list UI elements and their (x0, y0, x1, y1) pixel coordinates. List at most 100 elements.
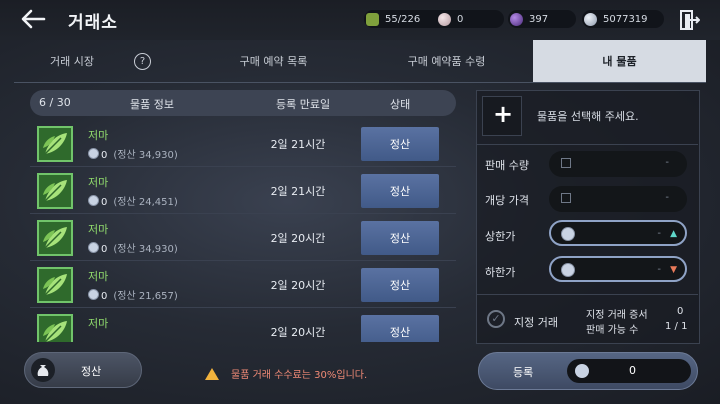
column-status: 상태 (390, 98, 411, 111)
item-name: 저마 (88, 317, 109, 330)
item-expiry: 2일 20시간 (270, 279, 326, 292)
silver-counter: 5077319 (582, 10, 664, 28)
tab-reservation-list-label: 구매 예약 목록 (239, 55, 308, 68)
available-value: 1 / 1 (665, 321, 688, 332)
purple-gem-icon (510, 12, 523, 26)
pearl-icon (438, 12, 451, 26)
tab-reservation-receive[interactable]: 구매 예약품 수령 (360, 40, 533, 82)
leaf-icon (37, 267, 73, 303)
inventory-value: 55/226 (385, 13, 421, 25)
item-settle-amount: (정산 24,451) (113, 197, 178, 208)
item-expiry: 2일 21시간 (270, 185, 326, 198)
item-name: 저마 (88, 223, 109, 236)
item-settle-amount: (정산 34,930) (113, 150, 178, 161)
back-arrow-icon[interactable] (18, 7, 48, 31)
exit-icon[interactable] (678, 9, 700, 31)
settle-button[interactable]: 정산 (361, 127, 439, 161)
settle-button[interactable]: 정산 (361, 268, 439, 302)
lower-limit-label: 하한가 (485, 266, 516, 279)
quantity-field[interactable]: - (549, 151, 687, 177)
upper-limit-value: - (657, 228, 661, 239)
item-expiry: 2일 20시간 (270, 326, 326, 339)
tab-market[interactable]: 거래 시장 ? (14, 40, 187, 82)
item-price: 0 (정산 21,657) (88, 287, 178, 302)
leaf-icon (37, 314, 73, 342)
silver-coin-icon (561, 227, 575, 241)
silver-coin-icon (88, 148, 99, 159)
fee-warning-text: 물품 거래 수수료는 30%입니다. (231, 370, 368, 381)
silver-coin-icon (88, 289, 99, 300)
cert-value: 0 (677, 306, 684, 317)
keypad-icon (561, 158, 571, 168)
item-price-value: 0 (101, 291, 108, 302)
item-expiry: 2일 20시간 (270, 232, 326, 245)
quantity-label: 판매 수량 (485, 159, 529, 172)
pearl-value: 0 (457, 13, 464, 25)
settle-button[interactable]: 정산 (361, 315, 439, 342)
leaf-icon (37, 173, 73, 209)
settle-button[interactable]: 정산 (361, 174, 439, 208)
register-total: 0 (567, 359, 691, 383)
divider (476, 144, 698, 145)
item-price: 0 (정산 34,930) (88, 146, 178, 161)
warning-icon (205, 368, 219, 380)
tab-my-items[interactable]: 내 물품 (533, 40, 706, 82)
column-expiry: 등록 만료일 (276, 98, 331, 111)
tab-market-label: 거래 시장 (50, 55, 94, 68)
item-price-value: 0 (101, 197, 108, 208)
pearl-counter: 0 (436, 10, 504, 28)
item-price-value: 0 (101, 244, 108, 255)
list-item[interactable]: 저마 0 (정산 34,930) 2일 20시간 정산 (30, 214, 456, 261)
up-triangle-icon: ▲ (670, 229, 677, 239)
register-label: 등록 (513, 366, 534, 379)
list-item[interactable]: 저마 0 (정산 24,451) 2일 21시간 정산 (30, 167, 456, 214)
divider (476, 294, 698, 295)
register-button[interactable]: 등록 0 (478, 352, 698, 390)
help-icon[interactable]: ? (133, 52, 151, 70)
upper-limit-field[interactable]: - ▲ (549, 220, 687, 246)
down-triangle-icon: ▼ (670, 265, 677, 275)
item-name: 저마 (88, 129, 109, 142)
tab-bar: 거래 시장 ? 구매 예약 목록 구매 예약품 수령 내 물품 (14, 40, 706, 83)
designated-trade-label: 지정 거래 (514, 316, 558, 329)
list-item[interactable]: 저마 0 (정산 34,930) 2일 21시간 정산 (30, 120, 456, 167)
leaf-icon (37, 126, 73, 162)
tab-my-items-label: 내 물품 (602, 55, 637, 68)
unit-price-field[interactable]: - (549, 186, 687, 212)
item-settle-amount: (정산 21,657) (113, 291, 178, 302)
purple-value: 397 (529, 13, 549, 25)
list-header: 6 / 30 물품 정보 등록 만료일 상태 (30, 90, 456, 116)
silver-icon (584, 12, 597, 26)
settle-all-label: 정산 (81, 365, 102, 378)
tab-reservation-list[interactable]: 구매 예약 목록 (187, 40, 360, 82)
lower-limit-value: - (657, 264, 661, 275)
unit-price-label: 개당 가격 (485, 194, 529, 207)
item-name: 저마 (88, 176, 109, 189)
item-price: 0 (정산 34,930) (88, 240, 178, 255)
list-item[interactable]: 저마 2일 20시간 정산 (30, 308, 456, 342)
silver-coin-icon (561, 263, 575, 277)
tab-reservation-receive-label: 구매 예약품 수령 (407, 55, 486, 68)
item-settle-amount: (정산 34,930) (113, 244, 178, 255)
silver-value: 5077319 (603, 13, 648, 25)
fee-warning: 물품 거래 수수료는 30%입니다. (205, 366, 367, 381)
upper-limit-label: 상한가 (485, 230, 516, 243)
unit-price-value: - (665, 192, 669, 203)
designated-trade-checkbox[interactable]: ✓ (487, 310, 505, 328)
item-count: 6 / 30 (39, 96, 71, 109)
item-name: 저마 (88, 270, 109, 283)
available-label: 판매 가능 수 (586, 325, 639, 336)
quantity-value: - (665, 157, 669, 168)
settle-button[interactable]: 정산 (361, 221, 439, 255)
item-list[interactable]: 저마 0 (정산 34,930) 2일 21시간 정산 저마 0 (정산 24,45… (30, 120, 456, 342)
register-total-value: 0 (629, 364, 636, 377)
list-item[interactable]: 저마 0 (정산 21,657) 2일 20시간 정산 (30, 261, 456, 308)
keypad-icon (561, 193, 571, 203)
cert-label: 지정 거래 증서 (586, 310, 648, 321)
item-expiry: 2일 21시간 (270, 138, 326, 151)
page-title: 거래소 (68, 13, 118, 33)
settle-all-button[interactable]: 정산 (24, 352, 142, 388)
leaf-icon (37, 220, 73, 256)
lower-limit-field[interactable]: - ▼ (549, 256, 687, 282)
add-item-button[interactable]: + (482, 96, 522, 136)
